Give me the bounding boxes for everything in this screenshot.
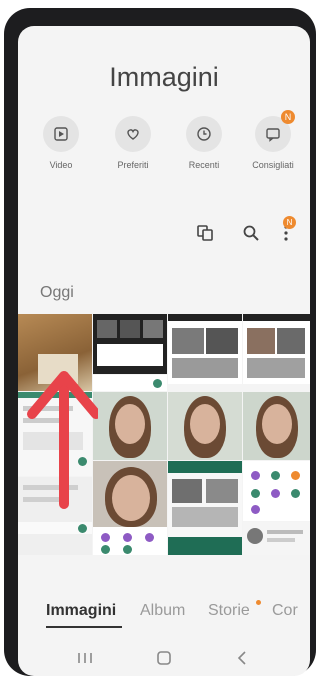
quick-action-label: Recenti — [188, 160, 220, 170]
home-icon[interactable] — [156, 650, 172, 671]
photo-thumbnail[interactable] — [243, 392, 310, 460]
quick-action-video[interactable]: Video — [30, 116, 92, 170]
quick-action-suggestions[interactable]: N Consigliati — [242, 110, 304, 170]
photo-thumbnail[interactable] — [93, 375, 167, 391]
quick-action-label: Consigliati — [252, 160, 294, 170]
section-title: Oggi — [40, 284, 74, 301]
tab-album[interactable]: Album — [140, 602, 185, 620]
phone-frame: Immagini Video Preferiti Recenti N Consi… — [4, 8, 316, 676]
tab-storie[interactable]: Storie — [208, 602, 250, 620]
new-badge: N — [281, 110, 295, 124]
heart-icon — [127, 129, 139, 140]
quick-action-label: Video — [49, 160, 73, 170]
select-multiple-icon[interactable] — [196, 224, 214, 247]
photo-thumbnail[interactable] — [93, 392, 167, 460]
quick-action-recent[interactable]: Recenti — [173, 116, 235, 170]
page-title: Immagini — [109, 62, 219, 92]
suggestions-icon — [266, 128, 280, 142]
swipe-up-arrow-icon — [27, 371, 98, 509]
new-dot — [256, 600, 261, 605]
bottom-tabs: Immagini Album Storie Cor — [18, 600, 310, 632]
photo-thumbnail[interactable] — [168, 392, 242, 460]
tab-cor[interactable]: Cor — [272, 602, 298, 620]
gallery-screen: Immagini Video Preferiti Recenti N Consi… — [18, 26, 310, 676]
photo-thumbnail[interactable] — [93, 461, 167, 555]
photo-thumbnail[interactable] — [243, 314, 310, 384]
active-tab-indicator — [46, 626, 122, 628]
photo-thumbnail[interactable] — [168, 461, 242, 555]
tab-immagini[interactable]: Immagini — [46, 602, 116, 620]
navigation-bar — [18, 646, 310, 674]
photo-grid — [18, 314, 310, 578]
more-options-icon[interactable]: N — [282, 216, 296, 247]
quick-action-label: Preferiti — [117, 160, 149, 170]
photo-thumbnail[interactable] — [168, 314, 242, 384]
photo-thumbnail[interactable] — [93, 314, 167, 374]
clock-icon — [197, 127, 211, 141]
search-icon[interactable] — [242, 224, 260, 247]
new-badge: N — [283, 216, 296, 229]
photo-thumbnail[interactable] — [243, 522, 310, 555]
video-icon — [54, 127, 68, 141]
recent-apps-icon[interactable] — [76, 650, 94, 671]
photo-thumbnail[interactable] — [243, 461, 310, 521]
back-icon[interactable] — [236, 650, 248, 671]
quick-actions: Video Preferiti Recenti N Consigliati — [18, 110, 310, 186]
quick-action-favorites[interactable]: Preferiti — [102, 116, 164, 170]
